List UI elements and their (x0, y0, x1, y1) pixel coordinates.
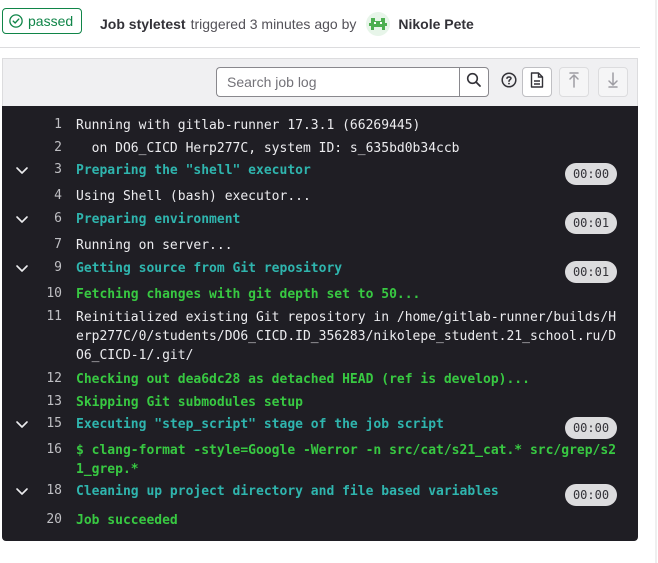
log-text: Preparing the "shell" executor (76, 163, 311, 178)
log-section-header[interactable]: 9 Getting source from Git repository 00:01 (2, 259, 638, 283)
section-duration-badge: 00:00 (565, 163, 617, 185)
log-line: 10 Fetching changes with git depth set to… (2, 285, 638, 306)
line-number[interactable]: 12 (2, 371, 62, 386)
section-duration-badge: 00:00 (565, 484, 617, 506)
section-duration-badge: 00:01 (565, 261, 617, 283)
line-number[interactable]: 20 (2, 512, 62, 527)
scroll-to-top-button[interactable] (559, 67, 589, 97)
job-info: Job styletest triggered 3 minutes ago by… (100, 12, 474, 36)
search-button[interactable] (459, 67, 489, 97)
scroll-to-bottom-button[interactable] (598, 67, 628, 97)
line-number[interactable]: 9 (2, 260, 62, 275)
log-section-header[interactable]: 3 Preparing the "shell" executor 00:00 (2, 161, 638, 185)
log-text: Job succeeded (76, 513, 178, 528)
line-number[interactable]: 3 (2, 162, 62, 177)
line-number[interactable]: 1 (2, 117, 62, 132)
log-line: 4 Using Shell (bash) executor... (2, 187, 638, 208)
scroll-to-top-icon (568, 71, 580, 93)
avatar[interactable] (366, 12, 391, 36)
log-text: Executing "step_script" stage of the job… (76, 417, 444, 432)
log-line: 11 Reinitialized existing Git repository … (2, 308, 638, 367)
line-number[interactable]: 16 (2, 442, 62, 457)
job-log: 1 Running with gitlab-runner 17.3.1 (6626… (2, 106, 638, 541)
log-text: Cleaning up project directory and file b… (76, 484, 499, 499)
log-toolbar (2, 58, 638, 106)
log-line: 20 Job succeeded (2, 511, 638, 532)
section-duration-badge: 00:01 (565, 212, 617, 234)
log-text: Skipping Git submodules setup (76, 395, 303, 410)
search-icon (466, 72, 482, 93)
line-number[interactable]: 7 (2, 237, 62, 252)
job-name: Job styletest (100, 16, 186, 32)
line-number[interactable]: 2 (2, 140, 62, 155)
log-text: Fetching changes with git depth set to 5… (76, 287, 421, 302)
log-text: on DO6_CICD Herp277C, system ID: s_635bd… (76, 141, 460, 156)
page-divider (655, 0, 657, 563)
log-line: 16 $ clang-format -style=Google -Werror -… (2, 441, 638, 481)
show-raw-log-button[interactable] (522, 67, 552, 97)
log-text: Checking out dea6dc28 as detached HEAD (… (76, 372, 530, 387)
line-number[interactable]: 13 (2, 394, 62, 409)
line-number[interactable]: 6 (2, 211, 62, 226)
job-header: passed Job styletest triggered 3 minutes… (0, 0, 640, 48)
log-line: 13 Skipping Git submodules setup (2, 393, 638, 414)
section-duration-badge: 00:00 (565, 417, 617, 439)
help-button[interactable] (494, 67, 524, 97)
log-line: 2 on DO6_CICD Herp277C, system ID: s_635… (2, 139, 638, 160)
log-section-header[interactable]: 6 Preparing environment 00:01 (2, 210, 638, 234)
user-name[interactable]: Nikole Pete (398, 16, 473, 32)
line-number[interactable]: 10 (2, 286, 62, 301)
line-number[interactable]: 4 (2, 188, 62, 203)
log-line: 1 Running with gitlab-runner 17.3.1 (6626… (2, 116, 638, 137)
log-section-header[interactable]: 18 Cleaning up project directory and file… (2, 482, 638, 506)
check-circle-icon (9, 14, 23, 28)
log-text: Using Shell (bash) executor... (76, 189, 311, 204)
log-text: Running with gitlab-runner 17.3.1 (66269… (76, 118, 421, 133)
log-text: Getting source from Git repository (76, 261, 343, 276)
line-number[interactable]: 11 (2, 309, 62, 324)
log-text: Running on server... (76, 238, 233, 253)
status-label: passed (28, 13, 74, 29)
log-text: Preparing environment (76, 212, 241, 227)
raw-log-icon (530, 71, 544, 93)
log-text: Reinitialized existing Git repository in… (76, 310, 617, 363)
line-number[interactable]: 15 (2, 416, 62, 431)
line-number[interactable]: 18 (2, 483, 62, 498)
log-text: $ clang-format -style=Google -Werror -n … (76, 443, 617, 477)
status-badge[interactable]: passed (2, 8, 83, 34)
log-section-header[interactable]: 15 Executing "step_script" stage of the j… (2, 415, 638, 439)
log-line: 12 Checking out dea6dc28 as detached HEAD… (2, 370, 638, 391)
triggered-text: triggered 3 minutes ago by (190, 16, 357, 32)
scroll-to-bottom-icon (607, 71, 619, 93)
search-input[interactable] (216, 67, 460, 97)
question-icon (501, 71, 517, 93)
log-line: 7 Running on server... (2, 236, 638, 257)
